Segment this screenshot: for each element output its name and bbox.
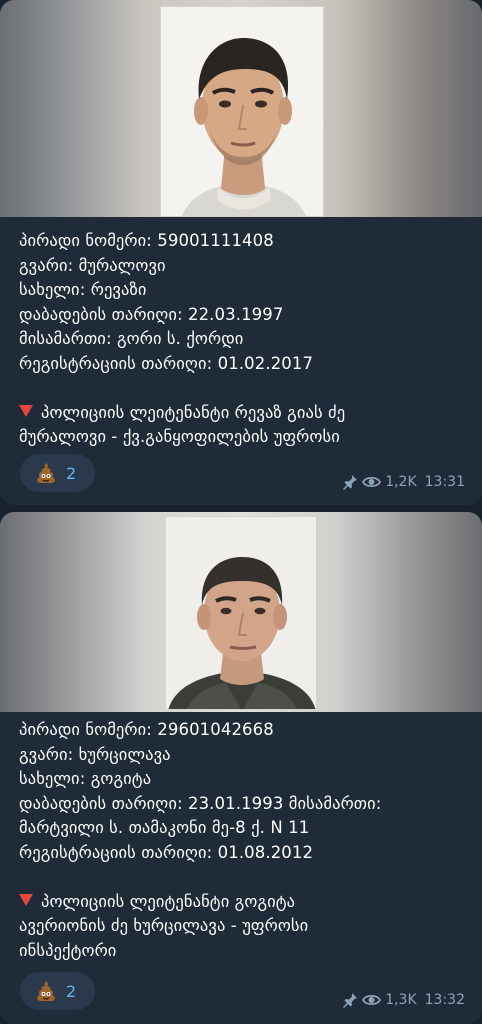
post-photo-area[interactable] [0, 512, 482, 712]
pile-of-poo-icon [37, 981, 55, 1001]
pin-icon [343, 993, 358, 1008]
person-photo[interactable] [165, 516, 317, 710]
view-count: 1,3K [385, 992, 417, 1008]
person-photo[interactable] [160, 6, 324, 217]
name-line: სახელი: გოგიტა [19, 769, 152, 788]
note-line-2: ავერიონის ძე ხურცილავა - უფროსი [19, 916, 309, 935]
surname-line: გვარი: მურალოვი [19, 255, 166, 275]
reaction-button[interactable]: 2 [20, 972, 95, 1010]
post-time: 13:31 [424, 474, 465, 490]
reaction-count: 2 [66, 981, 77, 1001]
eye-icon [362, 994, 382, 1006]
channel-post-1[interactable]: პირადი ნომერი: 59001111408 გვარი: მურალო… [0, 0, 482, 505]
address-line: მარტვილი ს. თამაკონი მე-8 ქ. N 11 [19, 818, 310, 837]
name-line: სახელი: რევაზი [19, 280, 147, 299]
red-triangle-down-icon [19, 893, 33, 906]
eye-icon [362, 476, 382, 488]
reaction-button[interactable]: 2 [20, 454, 95, 492]
birth-date-line: დაბადების თარიღი: 22.03.1997 [19, 304, 284, 324]
view-count: 1,2K [385, 474, 417, 490]
pin-icon [343, 475, 358, 490]
red-triangle-down-icon [19, 404, 33, 417]
note-line-2: მურალოვი - ქვ.განყოფილების უფროსი [19, 427, 340, 446]
post-photo-area[interactable] [0, 0, 482, 217]
post-meta: 1,2K 13:31 [342, 474, 465, 490]
note-line-1-text: პოლიციის ლეიტენანტი რევაზ გიას ძე [41, 402, 346, 422]
personal-number-line: პირადი ნომერი: 29601042668 [19, 720, 274, 739]
registration-date-line: რეგისტრაციის თარიღი: 01.02.2017 [19, 353, 314, 373]
portrait-image [161, 7, 323, 216]
reaction-count: 2 [66, 463, 77, 483]
post-time: 13:32 [424, 992, 465, 1008]
post-meta: 1,3K 13:32 [342, 992, 465, 1008]
registration-date-line: რეგისტრაციის თარიღი: 01.08.2012 [19, 842, 314, 862]
personal-number-line: პირადი ნომერი: 59001111408 [19, 229, 470, 254]
note-line-3: ინსპექტორი [19, 940, 117, 960]
note-line-1: პოლიციის ლეიტენანტი რევაზ გიას ძე [19, 401, 470, 426]
personal-number-text: პირადი ნომერი: 59001111408 [19, 231, 274, 250]
note-line-1: პოლიციის ლეიტენანტი გოგიტა [19, 890, 470, 915]
pile-of-poo-icon [37, 463, 55, 483]
address-line: მისამართი: გორი ს. ქორდი [19, 329, 244, 348]
post-text: პირადი ნომერი: 29601042668 გვარი: ხურცილ… [19, 718, 470, 963]
post-text: პირადი ნომერი: 59001111408 გვარი: მურალო… [19, 229, 470, 450]
channel-post-2[interactable]: პირადი ნომერი: 29601042668 გვარი: ხურცილ… [0, 512, 482, 1024]
birth-date-address-line: დაბადების თარიღი: 23.01.1993 მისამართი: [19, 793, 382, 813]
note-line-1-text: პოლიციის ლეიტენანტი გოგიტა [41, 891, 296, 911]
portrait-image [166, 517, 316, 709]
surname-line: გვარი: ხურცილავა [19, 744, 171, 764]
